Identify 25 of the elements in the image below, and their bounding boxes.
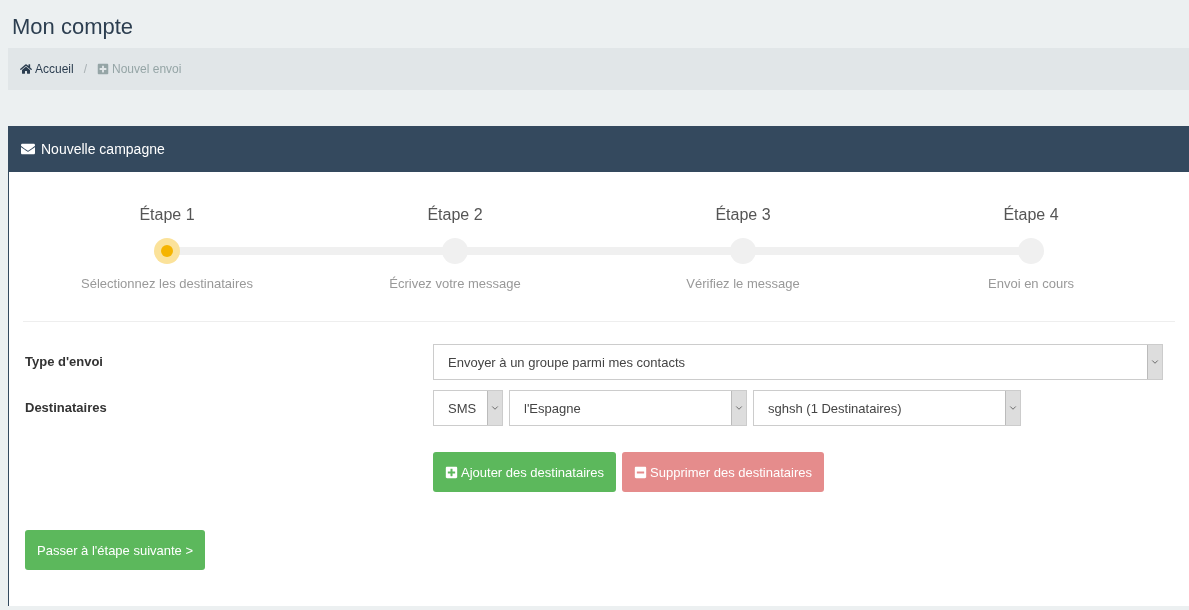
chevron-down-icon	[1147, 345, 1162, 379]
chevron-down-icon	[1005, 391, 1020, 425]
step-title: Étape 1	[139, 206, 195, 224]
select-field[interactable]: Envoyer à un groupe parmi mes contacts	[433, 344, 1163, 380]
select-field[interactable]: sghsh (1 Destinataires)	[753, 390, 1021, 426]
step-title: Étape 3	[715, 206, 771, 224]
step-caption: Vérifiez le message	[686, 276, 800, 291]
page-title: Mon compte	[12, 14, 134, 40]
chevron-down-icon	[487, 391, 502, 425]
panel-title: Nouvelle campagne	[41, 141, 165, 157]
chevron-down-icon	[731, 391, 746, 425]
breadcrumb-link[interactable]: Accueil	[20, 62, 74, 76]
step-title: Étape 4	[1003, 206, 1059, 224]
breadcrumb-separator: /	[83, 62, 88, 76]
step-caption: Sélectionnez les destinataires	[81, 276, 253, 291]
field-label: Destinataires	[25, 399, 108, 417]
step-caption: Écrivez votre message	[389, 276, 521, 291]
select-field[interactable]: SMS	[433, 390, 503, 426]
home-icon	[20, 63, 32, 75]
step-dot[interactable]	[154, 238, 180, 264]
step-title: Étape 2	[427, 206, 483, 224]
envelope-icon	[21, 142, 35, 156]
step-caption: Envoi en cours	[988, 276, 1074, 291]
select-field[interactable]: l'Espagne	[509, 390, 747, 426]
field-label: Type d'envoi	[25, 353, 104, 371]
